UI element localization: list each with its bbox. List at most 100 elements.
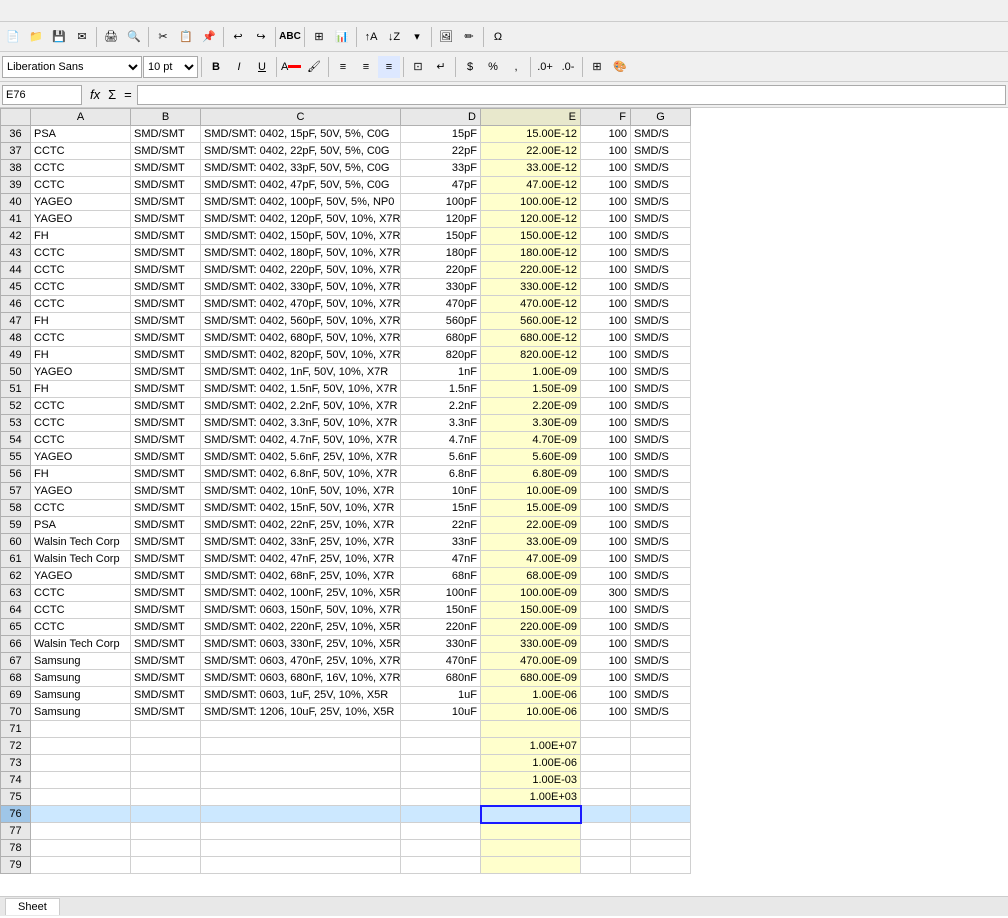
cell-c[interactable]: SMD/SMT: 0402, 68nF, 25V, 10%, X7R [201, 568, 401, 585]
cell-f[interactable]: 100 [581, 245, 631, 262]
cell-a[interactable]: CCTC [31, 262, 131, 279]
cut-button[interactable]: ✂ [152, 26, 174, 48]
cell-e[interactable]: 1.00E-09 [481, 364, 581, 381]
cell-a[interactable]: CCTC [31, 143, 131, 160]
align-center-button[interactable]: ≡ [355, 56, 377, 78]
cell-d[interactable]: 15nF [401, 500, 481, 517]
cell-b[interactable]: SMD/SMT [131, 330, 201, 347]
cell-g[interactable] [631, 755, 691, 772]
row-header[interactable]: 41 [1, 211, 31, 228]
cell-a[interactable] [31, 806, 131, 823]
cell-b[interactable] [131, 823, 201, 840]
cell-f[interactable]: 100 [581, 381, 631, 398]
align-right-button[interactable]: ≡ [378, 56, 400, 78]
cell-e[interactable]: 220.00E-09 [481, 619, 581, 636]
cell-c[interactable]: SMD/SMT: 0603, 150nF, 50V, 10%, X7R [201, 602, 401, 619]
cell-g[interactable]: SMD/S [631, 279, 691, 296]
cell-a[interactable]: CCTC [31, 296, 131, 313]
cell-b[interactable]: SMD/SMT [131, 313, 201, 330]
cell-g[interactable] [631, 789, 691, 806]
col-header-c[interactable]: C [201, 109, 401, 126]
row-header[interactable]: 77 [1, 823, 31, 840]
cell-a[interactable]: CCTC [31, 500, 131, 517]
cell-e[interactable]: 680.00E-09 [481, 670, 581, 687]
row-header[interactable]: 55 [1, 449, 31, 466]
currency-button[interactable]: $ [459, 56, 481, 78]
cell-b[interactable] [131, 755, 201, 772]
row-header[interactable]: 58 [1, 500, 31, 517]
cell-c[interactable]: SMD/SMT: 0402, 47nF, 25V, 10%, X7R [201, 551, 401, 568]
cell-b[interactable]: SMD/SMT [131, 653, 201, 670]
cell-c[interactable]: SMD/SMT: 0402, 6.8nF, 50V, 10%, X7R [201, 466, 401, 483]
cell-a[interactable]: CCTC [31, 415, 131, 432]
cell-c[interactable]: SMD/SMT: 0402, 180pF, 50V, 10%, X7R [201, 245, 401, 262]
cell-b[interactable]: SMD/SMT [131, 126, 201, 143]
cell-b[interactable]: SMD/SMT [131, 619, 201, 636]
cell-g[interactable]: SMD/S [631, 687, 691, 704]
cell-d[interactable]: 470nF [401, 653, 481, 670]
cell-g[interactable]: SMD/S [631, 653, 691, 670]
cell-g[interactable]: SMD/S [631, 347, 691, 364]
cell-e[interactable]: 47.00E-12 [481, 177, 581, 194]
cell-e[interactable]: 120.00E-12 [481, 211, 581, 228]
row-header[interactable]: 57 [1, 483, 31, 500]
cell-e[interactable]: 180.00E-12 [481, 245, 581, 262]
cell-g[interactable] [631, 721, 691, 738]
insert-drawing-button[interactable]: ✏ [458, 26, 480, 48]
row-header[interactable]: 64 [1, 602, 31, 619]
cell-e[interactable] [481, 806, 581, 823]
cell-g[interactable]: SMD/S [631, 313, 691, 330]
cell-c[interactable]: SMD/SMT: 0402, 100pF, 50V, 5%, NP0 [201, 194, 401, 211]
cell-a[interactable]: Walsin Tech Corp [31, 551, 131, 568]
row-header[interactable]: 40 [1, 194, 31, 211]
row-header[interactable]: 72 [1, 738, 31, 755]
cell-f[interactable]: 100 [581, 653, 631, 670]
cell-c[interactable]: SMD/SMT: 0402, 47pF, 50V, 5%, C0G [201, 177, 401, 194]
cell-f[interactable] [581, 806, 631, 823]
cell-d[interactable]: 100pF [401, 194, 481, 211]
cell-d[interactable]: 22pF [401, 143, 481, 160]
row-header[interactable]: 36 [1, 126, 31, 143]
font-size-select[interactable]: 10 pt [143, 56, 198, 78]
cell-f[interactable]: 100 [581, 466, 631, 483]
row-header[interactable]: 71 [1, 721, 31, 738]
cell-g[interactable]: SMD/S [631, 670, 691, 687]
cell-c[interactable]: SMD/SMT: 0402, 3.3nF, 50V, 10%, X7R [201, 415, 401, 432]
row-header[interactable]: 51 [1, 381, 31, 398]
cell-f[interactable]: 100 [581, 126, 631, 143]
sort-desc-button[interactable]: ↓Z [383, 26, 405, 48]
cell-a[interactable] [31, 755, 131, 772]
autofilter-button[interactable]: ▾ [406, 26, 428, 48]
cell-a[interactable]: FH [31, 347, 131, 364]
cell-g[interactable]: SMD/S [631, 517, 691, 534]
cell-g[interactable]: SMD/S [631, 619, 691, 636]
menu-data[interactable] [112, 9, 128, 13]
cell-b[interactable]: SMD/SMT [131, 347, 201, 364]
col-header-f[interactable]: F [581, 109, 631, 126]
cell-f[interactable]: 100 [581, 449, 631, 466]
cell-a[interactable]: Samsung [31, 704, 131, 721]
sort-asc-button[interactable]: ↑A [360, 26, 382, 48]
cell-c[interactable] [201, 840, 401, 857]
cell-e[interactable]: 15.00E-12 [481, 126, 581, 143]
cell-e[interactable]: 5.60E-09 [481, 449, 581, 466]
cell-e[interactable]: 220.00E-12 [481, 262, 581, 279]
cell-f[interactable]: 100 [581, 568, 631, 585]
cell-a[interactable]: YAGEO [31, 194, 131, 211]
cell-f[interactable]: 100 [581, 619, 631, 636]
cell-a[interactable]: CCTC [31, 619, 131, 636]
cell-f[interactable]: 100 [581, 687, 631, 704]
cell-c[interactable] [201, 721, 401, 738]
cell-g[interactable]: SMD/S [631, 534, 691, 551]
cell-f[interactable]: 100 [581, 483, 631, 500]
cell-f[interactable]: 100 [581, 279, 631, 296]
row-header[interactable]: 43 [1, 245, 31, 262]
cell-a[interactable]: FH [31, 466, 131, 483]
cell-f[interactable]: 100 [581, 398, 631, 415]
cell-e[interactable]: 1.00E+03 [481, 789, 581, 806]
cell-g[interactable]: SMD/S [631, 245, 691, 262]
cell-d[interactable]: 47pF [401, 177, 481, 194]
cell-d[interactable]: 680pF [401, 330, 481, 347]
insert-image-button[interactable]: 🖼 [435, 26, 457, 48]
cell-f[interactable] [581, 840, 631, 857]
